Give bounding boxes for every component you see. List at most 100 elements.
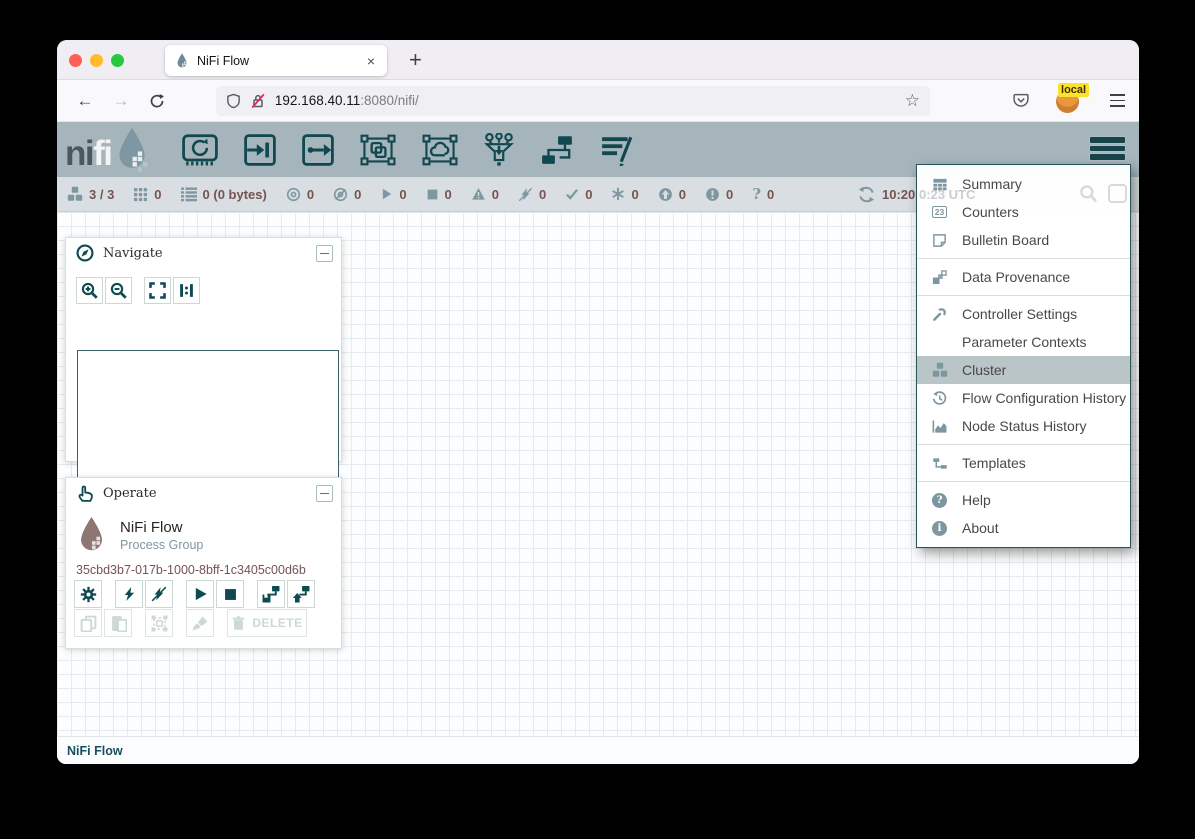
help-icon: ? bbox=[930, 493, 949, 508]
locally-modified-stale-count: 0 bbox=[726, 187, 733, 202]
processor-tool-icon[interactable] bbox=[182, 134, 218, 166]
reload-button[interactable] bbox=[145, 89, 169, 113]
menu-item-counters[interactable]: 23 Counters bbox=[917, 198, 1130, 226]
menu-label: About bbox=[962, 520, 999, 536]
menu-item-cluster[interactable]: Cluster bbox=[917, 356, 1130, 384]
menu-item-help[interactable]: ? Help bbox=[917, 486, 1130, 514]
menu-item-data-provenance[interactable]: Data Provenance bbox=[917, 263, 1130, 291]
menu-label: Templates bbox=[962, 455, 1026, 471]
disable-button[interactable] bbox=[145, 580, 173, 608]
trash-icon bbox=[231, 615, 246, 631]
url-bar[interactable]: 192.168.40.11:8080/nifi/ ☆ bbox=[216, 86, 930, 116]
logo-text-fi: fi bbox=[93, 135, 111, 173]
refresh-icon[interactable] bbox=[858, 186, 875, 203]
menu-item-controller-settings[interactable]: Controller Settings bbox=[917, 300, 1130, 328]
label-tool-icon[interactable] bbox=[600, 134, 634, 166]
funnel-tool-icon[interactable] bbox=[484, 133, 514, 167]
not-transmitting-status: 0 bbox=[333, 187, 361, 202]
start-button[interactable] bbox=[186, 580, 214, 608]
bookmark-star-icon[interactable]: ☆ bbox=[905, 91, 920, 111]
menu-separator bbox=[917, 481, 1130, 482]
up-to-date-status: 0 bbox=[565, 187, 592, 202]
threads-count: 0 bbox=[154, 187, 161, 202]
nifi-favicon bbox=[175, 53, 189, 69]
cluster-status: 3 / 3 bbox=[67, 186, 114, 202]
nifi-global-menu-icon[interactable] bbox=[1090, 137, 1125, 160]
upload-template-button[interactable] bbox=[287, 580, 315, 608]
remote-process-group-tool-icon[interactable] bbox=[422, 134, 458, 166]
birdseye-minimap[interactable] bbox=[77, 350, 339, 482]
up-to-date-check-icon bbox=[565, 187, 579, 201]
logo-text-ni: ni bbox=[65, 135, 93, 173]
locally-modified-count: 0 bbox=[631, 187, 638, 202]
menu-label: Data Provenance bbox=[962, 269, 1070, 285]
enable-button[interactable] bbox=[115, 580, 143, 608]
search-icon[interactable] bbox=[1079, 184, 1098, 203]
menu-item-templates[interactable]: Templates bbox=[917, 449, 1130, 477]
about-icon: i bbox=[930, 521, 949, 536]
url-text[interactable]: 192.168.40.11:8080/nifi/ bbox=[275, 93, 896, 108]
shield-icon[interactable] bbox=[226, 93, 241, 109]
url-host: 192.168.40.11 bbox=[275, 93, 360, 108]
menu-label: Controller Settings bbox=[962, 306, 1077, 322]
tab-close-icon[interactable]: × bbox=[365, 53, 377, 69]
maximize-window-button[interactable] bbox=[111, 54, 124, 67]
configure-button[interactable] bbox=[74, 580, 102, 608]
browser-navbar: ← → 192.168.40.11:8080/nifi/ ☆ local bbox=[57, 80, 1139, 122]
locally-modified-stale-status: 0 bbox=[705, 187, 733, 202]
close-window-button[interactable] bbox=[69, 54, 82, 67]
menu-item-parameter-contexts[interactable]: Parameter Contexts bbox=[917, 328, 1130, 356]
history-icon bbox=[930, 391, 949, 406]
input-port-tool-icon[interactable] bbox=[244, 134, 276, 166]
template-tool-icon[interactable] bbox=[540, 134, 574, 166]
new-tab-button[interactable]: + bbox=[401, 43, 430, 77]
menu-item-flow-configuration-history[interactable]: Flow Configuration History bbox=[917, 384, 1130, 412]
url-path: :8080/nifi/ bbox=[360, 93, 419, 108]
hand-icon bbox=[76, 484, 94, 502]
transmitting-count: 0 bbox=[307, 187, 314, 202]
navigate-collapse-button[interactable] bbox=[316, 245, 333, 262]
locally-modified-asterisk-icon bbox=[611, 187, 625, 201]
copy-button[interactable] bbox=[74, 609, 102, 637]
selected-component-id: 35cbd3b7-017b-1000-8bff-1c3405c00d6b bbox=[66, 554, 341, 577]
menu-item-node-status-history[interactable]: Node Status History bbox=[917, 412, 1130, 440]
wrench-icon bbox=[930, 307, 949, 322]
pocket-icon[interactable] bbox=[1012, 92, 1030, 109]
breadcrumb[interactable]: NiFi Flow bbox=[67, 744, 123, 758]
operate-collapse-button[interactable] bbox=[316, 485, 333, 502]
breadcrumb-bar: NiFi Flow bbox=[57, 736, 1139, 764]
threads-grid-icon bbox=[133, 187, 148, 202]
menu-item-bulletin-board[interactable]: Bulletin Board bbox=[917, 226, 1130, 254]
zoom-fit-button[interactable] bbox=[144, 277, 171, 304]
menu-label: Flow Configuration History bbox=[962, 390, 1126, 406]
locally-modified-status: 0 bbox=[611, 187, 638, 202]
profile-avatar[interactable]: local bbox=[1056, 88, 1082, 114]
save-template-button[interactable] bbox=[257, 580, 285, 608]
minimize-window-button[interactable] bbox=[90, 54, 103, 67]
zoom-actual-size-button[interactable] bbox=[173, 277, 200, 304]
navigate-title: Navigate bbox=[103, 246, 163, 261]
menu-item-about[interactable]: i About bbox=[917, 514, 1130, 542]
output-port-tool-icon[interactable] bbox=[302, 134, 334, 166]
zoom-in-button[interactable] bbox=[76, 277, 103, 304]
profile-badge: local bbox=[1058, 83, 1089, 97]
stopped-status: 0 bbox=[426, 187, 452, 202]
window-controls bbox=[69, 54, 124, 67]
forward-button: → bbox=[109, 89, 133, 113]
zoom-out-button[interactable] bbox=[105, 277, 132, 304]
paste-button[interactable] bbox=[104, 609, 132, 637]
stop-button[interactable] bbox=[216, 580, 244, 608]
menu-separator bbox=[917, 444, 1130, 445]
refresh-time-behind-menu: 0:23 UTC bbox=[919, 187, 975, 202]
delete-button[interactable]: DELETE bbox=[227, 609, 307, 637]
insecure-lock-icon[interactable] bbox=[250, 93, 266, 109]
browser-tab[interactable]: NiFi Flow × bbox=[165, 45, 387, 76]
stopped-count: 0 bbox=[445, 187, 452, 202]
firefox-menu-icon[interactable] bbox=[1110, 94, 1125, 106]
color-button[interactable] bbox=[186, 609, 214, 637]
menu-label: Bulletin Board bbox=[962, 232, 1049, 248]
group-button[interactable] bbox=[145, 609, 173, 637]
back-button[interactable]: ← bbox=[73, 89, 97, 113]
queued-status: 0 (0 bytes) bbox=[181, 186, 267, 202]
process-group-tool-icon[interactable] bbox=[360, 134, 396, 166]
